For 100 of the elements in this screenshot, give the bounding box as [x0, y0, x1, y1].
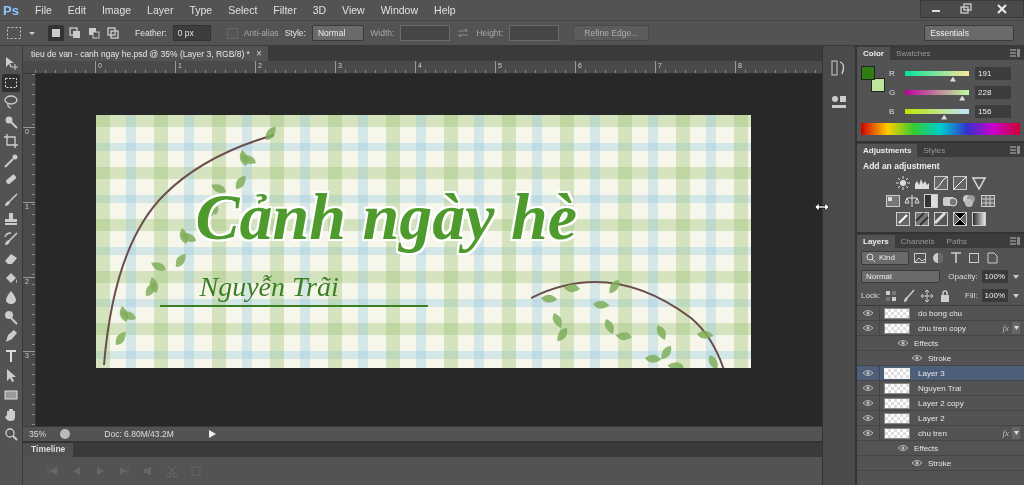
panel-menu-icon[interactable] [1009, 48, 1021, 58]
panel-tab[interactable]: Swatches [889, 46, 937, 60]
selection-mode-icon[interactable] [105, 25, 121, 41]
threshold-icon[interactable] [932, 211, 949, 227]
layer-row[interactable]: Layer 3 [857, 366, 1024, 381]
channel-value-field[interactable]: 156 [975, 104, 1011, 118]
eye-icon[interactable] [862, 413, 874, 423]
eye-icon[interactable] [862, 398, 874, 408]
layer-row[interactable]: Layer 2 [857, 411, 1024, 426]
panel-tab[interactable]: Channels [894, 234, 941, 248]
menu-item[interactable]: Edit [59, 4, 94, 16]
menu-item[interactable]: Layer [139, 4, 182, 16]
eye-icon[interactable] [862, 428, 874, 438]
panel-menu-icon[interactable] [1009, 236, 1021, 246]
posterize-icon[interactable] [913, 211, 930, 227]
channel-value-field[interactable]: 228 [975, 85, 1011, 99]
selection-mode-icon[interactable] [48, 25, 64, 41]
move-arrows-icon[interactable] [920, 288, 935, 303]
image-filter-icon[interactable] [913, 250, 927, 265]
foreground-swatch[interactable] [861, 66, 875, 80]
history-brush-icon[interactable] [2, 229, 20, 248]
caret-icon[interactable] [1012, 272, 1020, 281]
panel-menu-icon[interactable] [1009, 145, 1021, 155]
shape-filter-icon[interactable] [967, 250, 981, 265]
filter-dropdown[interactable]: Kind [861, 250, 909, 265]
feather-field[interactable]: 0 px [172, 25, 211, 41]
eye-icon[interactable] [911, 353, 923, 363]
panel-tab[interactable]: Layers [857, 234, 895, 248]
menu-item[interactable]: Select [220, 4, 266, 16]
menu-item[interactable]: 3D [304, 4, 335, 16]
layer-row[interactable]: chu tren fx [857, 426, 1024, 441]
menu-item[interactable]: Window [372, 4, 427, 16]
expand-icon[interactable] [1012, 322, 1020, 334]
menu-item[interactable]: Filter [265, 4, 305, 16]
tab-close-button[interactable]: × [255, 48, 262, 59]
selection-mode-icon[interactable] [67, 25, 83, 41]
crop-tool-icon[interactable] [2, 132, 20, 150]
eye-icon[interactable] [897, 443, 909, 453]
color-spectrum[interactable] [861, 123, 1020, 135]
layer-effect-row[interactable]: Stroke [857, 456, 1024, 471]
background-swatch[interactable] [871, 78, 885, 92]
menu-item[interactable]: Type [181, 4, 221, 16]
slider-thumb[interactable] [949, 76, 956, 82]
eye-icon[interactable] [862, 383, 874, 393]
layer-row[interactable]: do bong chu [857, 306, 1024, 321]
eye-icon[interactable] [862, 308, 874, 318]
lasso-tool-icon[interactable] [2, 93, 20, 111]
panel-tab[interactable]: Styles [917, 143, 952, 157]
selective-color-icon[interactable] [951, 211, 968, 227]
panel-tab[interactable]: Color [857, 46, 890, 60]
eye-icon[interactable] [862, 323, 874, 333]
eye-icon[interactable] [862, 368, 874, 378]
layer-row[interactable]: Nguyen Trai [857, 381, 1024, 396]
caret-icon[interactable] [28, 29, 36, 37]
triangle-icon[interactable] [970, 175, 987, 191]
exposure-icon[interactable] [951, 175, 968, 191]
document-tab[interactable]: tieu de van - canh ngay he.psd @ 35% (Layer 3, RGB/8) * × [23, 46, 268, 61]
smart-object-filter-icon[interactable] [985, 250, 999, 265]
panel-tab[interactable]: Adjustments [857, 143, 918, 157]
eye-icon[interactable] [897, 338, 909, 348]
slider-thumb[interactable] [941, 114, 948, 120]
layer-effect-row[interactable]: Effects [857, 441, 1024, 456]
workspace-dropdown[interactable]: Essentials [924, 25, 1014, 41]
layer-row[interactable]: Layer 2 copy [857, 396, 1024, 411]
split-square-icon[interactable] [923, 193, 939, 209]
caret-icon[interactable] [1012, 291, 1020, 300]
menu-item[interactable]: Help [426, 4, 464, 16]
grid-icon[interactable] [980, 193, 996, 209]
menu-item[interactable]: File [26, 4, 60, 16]
eye-icon[interactable] [911, 458, 923, 468]
gradient-map-icon[interactable] [970, 211, 987, 227]
timeline-tab[interactable]: Timeline [23, 443, 74, 457]
panel-tab[interactable]: Paths [940, 234, 974, 248]
hue-saturation-icon[interactable] [885, 193, 901, 209]
opacity-field[interactable]: 100% [981, 270, 1009, 283]
curves-icon[interactable] [932, 175, 949, 191]
menu-item[interactable]: Image [93, 4, 140, 16]
type-filter-icon[interactable] [949, 250, 963, 265]
layer-row[interactable]: chu tren copy fx [857, 321, 1024, 336]
channel-value-field[interactable]: 191 [975, 66, 1011, 80]
zoom-level[interactable]: 35% [29, 429, 51, 439]
invert-icon[interactable] [894, 211, 911, 227]
menu-item[interactable]: View [334, 4, 373, 16]
balance-scale-icon[interactable] [904, 193, 920, 209]
fill-field[interactable]: 100% [981, 289, 1008, 302]
slider-thumb[interactable] [959, 95, 966, 101]
stamp-tool-icon[interactable] [2, 210, 20, 228]
layer-effect-row[interactable]: Effects [857, 336, 1024, 351]
expand-icon[interactable] [1012, 427, 1020, 439]
brightness-icon[interactable] [894, 175, 911, 191]
status-icon[interactable] [59, 428, 71, 440]
blend-mode-dropdown[interactable]: Normal [861, 270, 941, 283]
marquee-tool-icon[interactable] [6, 26, 22, 40]
adjustment-filter-icon[interactable] [931, 250, 945, 265]
brush-icon[interactable] [902, 288, 917, 303]
lock-pixels-icon[interactable] [884, 288, 899, 303]
brush-tool-icon[interactable] [2, 190, 20, 209]
play-icon[interactable] [207, 429, 217, 439]
marquee-tool-icon[interactable] [2, 73, 20, 92]
style-dropdown[interactable]: Normal [311, 25, 365, 41]
